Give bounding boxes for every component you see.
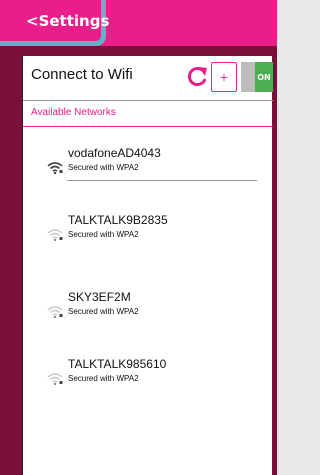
back-settings-button[interactable]: <Settings — [0, 0, 110, 46]
network-item[interactable]: TALKTALK9B2835 Secured with WPA2 — [47, 211, 255, 251]
toggle-on-label: ON — [255, 62, 273, 92]
wifi-title: Connect to Wifi — [31, 66, 133, 83]
network-item[interactable]: TALKTALK985610 Secured with WPA2 — [47, 355, 255, 395]
toggle-track — [241, 62, 255, 92]
wifi-weak-icon — [47, 304, 63, 319]
header-strip — [0, 46, 277, 56]
right-border — [272, 56, 277, 475]
wifi-weak-icon — [47, 371, 63, 386]
network-divider — [67, 180, 257, 181]
wifi-weak-icon — [47, 227, 63, 242]
network-security: Secured with WPA2 — [68, 374, 139, 383]
add-network-button[interactable]: + — [211, 62, 237, 92]
wifi-panel: Connect to Wifi + ON Available Networks — [22, 56, 273, 475]
refresh-icon[interactable] — [184, 64, 210, 90]
network-item[interactable]: vodafoneAD4043 Secured with WPA2 — [47, 144, 257, 184]
top-bar: <Settings — [0, 0, 277, 46]
wifi-header: Connect to Wifi + ON — [23, 56, 273, 100]
available-networks-label: Available Networks — [31, 107, 116, 118]
network-ssid: SKY3EF2M — [68, 290, 131, 304]
network-security: Secured with WPA2 — [68, 307, 139, 316]
add-network-label: + — [219, 70, 229, 84]
back-settings-label: <Settings — [26, 11, 110, 30]
network-ssid: TALKTALK985610 — [68, 357, 167, 371]
network-ssid: vodafoneAD4043 — [68, 146, 161, 160]
left-border — [0, 56, 22, 475]
section-divider — [23, 126, 273, 127]
wifi-strong-icon — [47, 160, 63, 175]
wifi-toggle[interactable]: ON — [241, 62, 273, 92]
network-ssid: TALKTALK9B2835 — [68, 213, 168, 227]
network-item[interactable]: SKY3EF2M Secured with WPA2 — [47, 288, 255, 328]
header-divider — [23, 100, 273, 101]
network-security: Secured with WPA2 — [68, 230, 139, 239]
network-security: Secured with WPA2 — [68, 163, 139, 172]
